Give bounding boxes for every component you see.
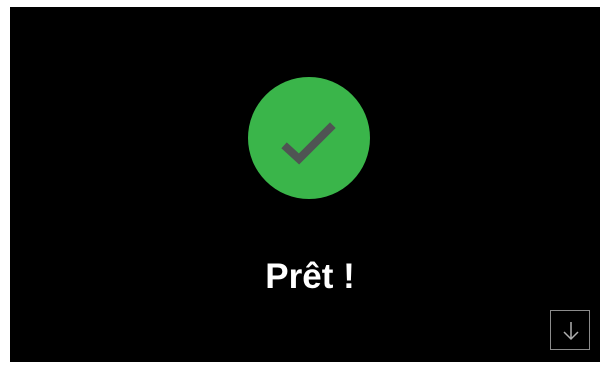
arrow-down-icon [563,322,579,341]
success-indicator [248,77,370,199]
ready-screen: Prêt ! [10,7,600,362]
checkmark-icon [281,122,336,165]
scroll-down-button[interactable] [550,310,590,350]
status-title: Prêt ! [265,257,355,296]
